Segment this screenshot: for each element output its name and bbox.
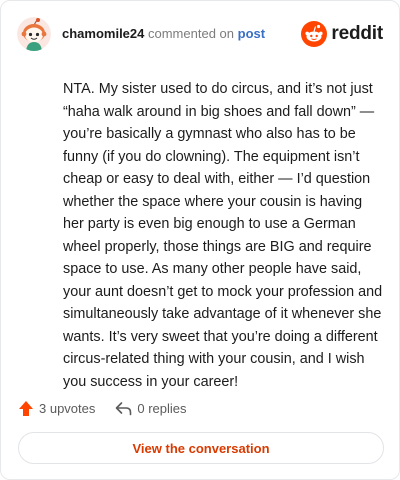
reddit-snoo-icon: [301, 21, 328, 47]
upvotes-stat[interactable]: 3 upvotes: [18, 400, 95, 417]
view-conversation-button[interactable]: View the conversation: [18, 432, 384, 464]
avatar[interactable]: [17, 17, 51, 51]
comment-header: chamomile24 commented on post reddit: [17, 17, 383, 53]
reddit-brand[interactable]: reddit: [301, 21, 383, 47]
avatar-snoo-icon: [17, 17, 51, 51]
byline: chamomile24 commented on post: [62, 26, 265, 42]
action-text: commented on: [148, 26, 234, 41]
comment-stats: 3 upvotes 0 replies: [18, 399, 187, 417]
username-link[interactable]: chamomile24: [62, 26, 144, 41]
upvote-arrow-icon: [19, 400, 33, 416]
comment-card: chamomile24 commented on post reddit NTA…: [0, 0, 400, 480]
upvotes-count: 3 upvotes: [39, 400, 96, 416]
reply-arrow-icon: [116, 401, 132, 415]
comment-body: NTA. My sister used to do circus, and it…: [63, 81, 383, 390]
replies-count: 0 replies: [137, 400, 187, 416]
post-link[interactable]: post: [238, 26, 265, 41]
replies-stat[interactable]: 0 replies: [115, 400, 187, 416]
reddit-wordmark: reddit: [331, 23, 383, 44]
